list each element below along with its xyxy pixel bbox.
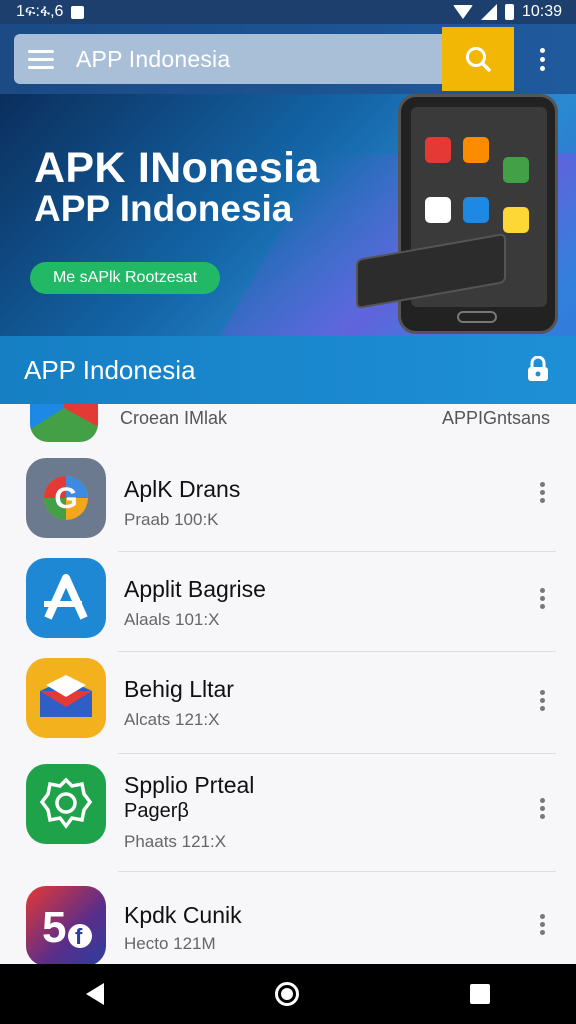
app-meta: Hecto 121M bbox=[124, 934, 216, 953]
list-item[interactable]: Applit Bagrise Alaals 101:X bbox=[0, 552, 576, 652]
banner-cta-button[interactable]: Me sAPlk Rootzesat bbox=[30, 262, 220, 294]
item-overflow-icon[interactable] bbox=[538, 588, 546, 609]
home-icon[interactable] bbox=[274, 982, 299, 1006]
phone-illustration bbox=[398, 94, 558, 334]
app-name: Croean IMlak bbox=[120, 408, 228, 428]
notification-icon bbox=[71, 5, 85, 19]
list-item[interactable]: Croean IMlak APPIGntsans bbox=[0, 404, 576, 444]
battery-icon bbox=[504, 4, 514, 20]
a-letter-icon bbox=[26, 558, 106, 638]
item-overflow-icon[interactable] bbox=[538, 690, 546, 711]
svg-text:G: G bbox=[54, 482, 77, 515]
app-name-line2: Pagerβ bbox=[124, 800, 189, 822]
lock-icon[interactable] bbox=[526, 356, 550, 382]
app-name: Applit Bagrise bbox=[124, 576, 266, 602]
app-name: Spplio Prteal bbox=[124, 772, 255, 798]
app-bar: APP Indonesia bbox=[0, 24, 576, 94]
status-bar: 1ፍ:ፋ,6 10:39 bbox=[0, 0, 576, 24]
svg-text:5: 5 bbox=[42, 903, 66, 952]
five-f-icon: 5 f bbox=[26, 886, 106, 964]
banner-headline: APK INonesia bbox=[34, 144, 320, 192]
list-item[interactable]: Spplio Prteal Pagerβ Phaats 121:X bbox=[0, 752, 576, 872]
svg-text:f: f bbox=[75, 924, 83, 949]
toolbar-pill: APP Indonesia bbox=[14, 34, 514, 84]
wifi-icon bbox=[452, 5, 473, 19]
envelope-icon bbox=[26, 658, 106, 738]
system-nav-bar bbox=[0, 964, 576, 1024]
app-name: Behig Lltar bbox=[124, 676, 234, 702]
app-name: AplK Drans bbox=[124, 476, 241, 502]
banner-subheadline: APP Indonesia bbox=[34, 188, 293, 229]
chrome-like-icon bbox=[30, 404, 98, 442]
overflow-menu-icon[interactable] bbox=[518, 34, 566, 84]
app-name: Kpdk Cunik bbox=[124, 902, 242, 928]
back-icon[interactable] bbox=[85, 983, 104, 1005]
search-button[interactable] bbox=[442, 27, 514, 91]
search-icon bbox=[466, 47, 491, 72]
badge-icon bbox=[26, 764, 106, 844]
divider bbox=[118, 871, 556, 872]
list-item[interactable]: Behig Lltar Alcats 121:X bbox=[0, 652, 576, 754]
list-item[interactable]: G AplK Drans Praab 100:K bbox=[0, 452, 576, 552]
signal-icon bbox=[480, 4, 497, 20]
status-left-text: 1ፍ:ፋ,6 bbox=[16, 3, 64, 20]
status-left: 1ፍ:ፋ,6 bbox=[16, 3, 85, 21]
item-overflow-icon[interactable] bbox=[538, 914, 546, 935]
app-meta: APPIGntsans bbox=[441, 408, 550, 428]
app-meta: Praab 100:K bbox=[124, 510, 219, 529]
menu-icon[interactable] bbox=[14, 34, 68, 84]
promo-banner[interactable]: APK INonesia APP Indonesia Me sAPlk Root… bbox=[0, 94, 576, 336]
app-list: Croean IMlak APPIGntsans G AplK Drans Pr… bbox=[0, 404, 576, 964]
status-time: 10:39 bbox=[521, 3, 562, 20]
g-paint-icon: G bbox=[26, 458, 106, 538]
list-item[interactable]: 5 f Kpdk Cunik Hecto 121M bbox=[0, 874, 576, 964]
item-overflow-icon[interactable] bbox=[538, 482, 546, 503]
app-meta: Alaals 101:X bbox=[124, 610, 220, 629]
section-title: APP Indonesia bbox=[24, 354, 196, 385]
app-meta: Phaats 121:X bbox=[124, 832, 227, 851]
app-meta: Alcats 121:X bbox=[124, 710, 220, 729]
item-overflow-icon[interactable] bbox=[538, 798, 546, 819]
recent-apps-icon[interactable] bbox=[470, 984, 491, 1004]
status-right: 10:39 bbox=[452, 3, 562, 21]
section-header: APP Indonesia bbox=[0, 336, 576, 404]
app-title: APP Indonesia bbox=[76, 45, 231, 72]
